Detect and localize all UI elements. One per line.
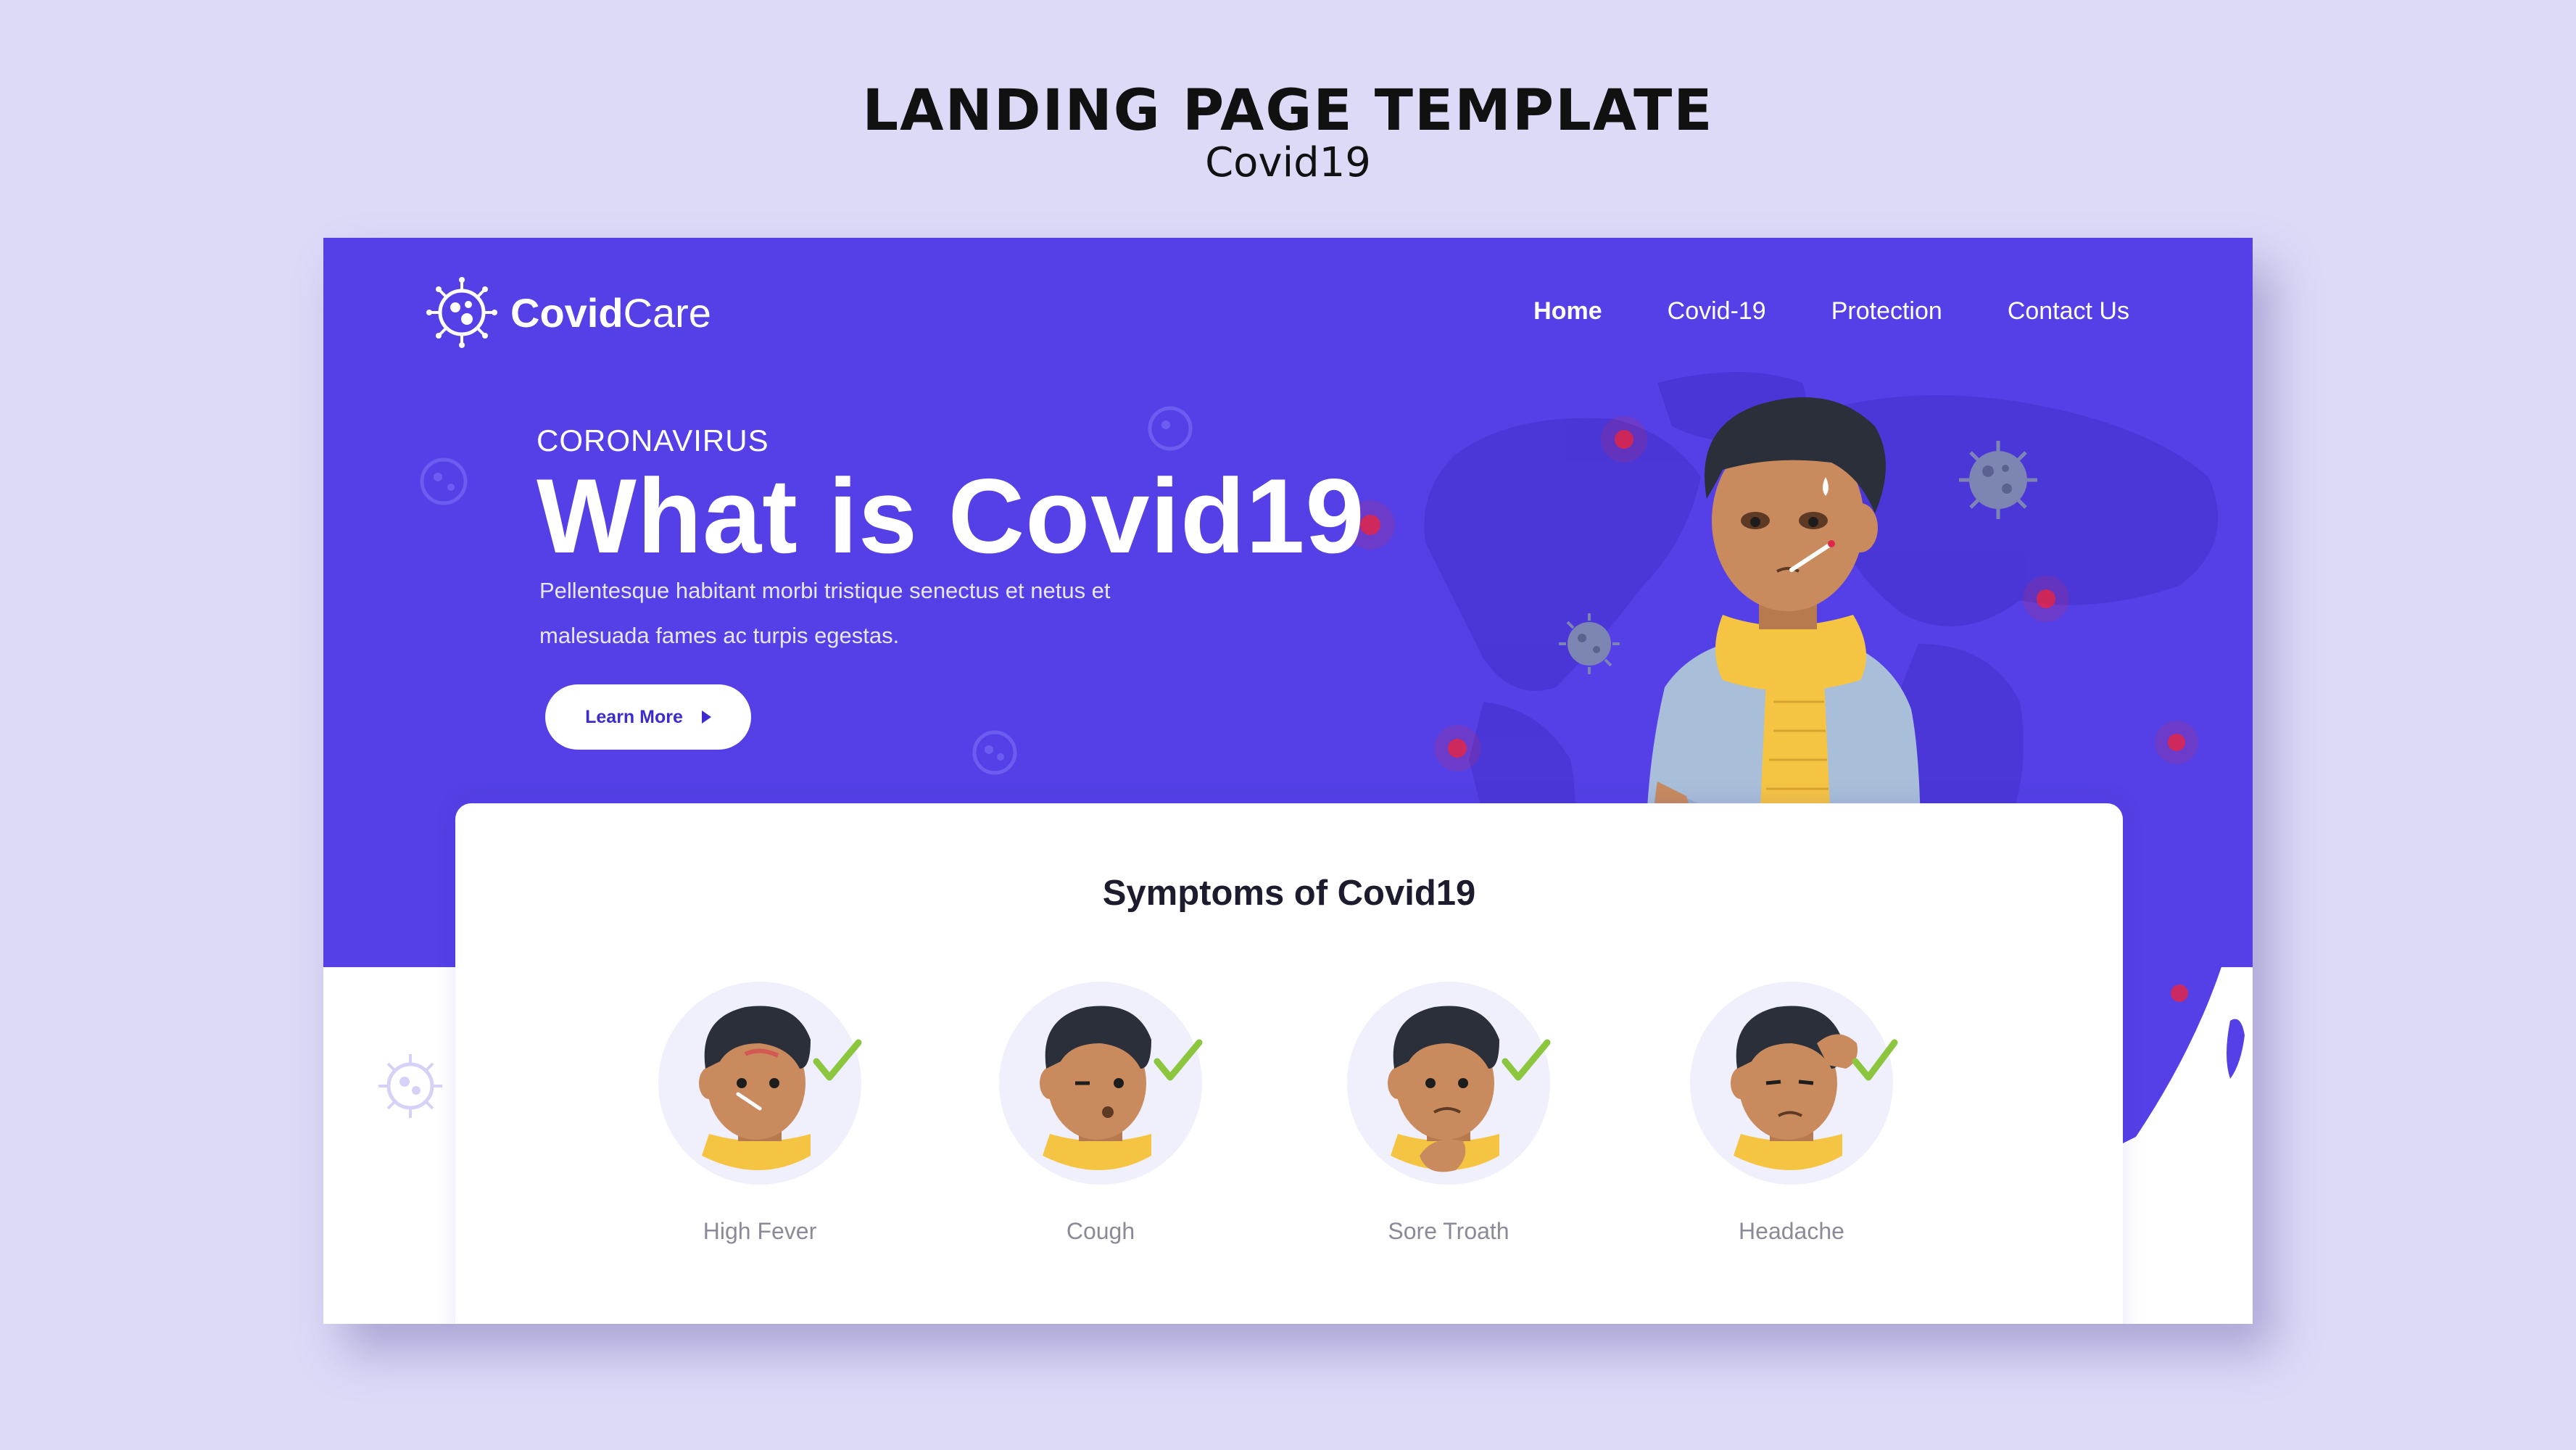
symptom-high-fever: High Fever — [637, 974, 883, 1245]
symptom-label: Sore Troath — [1388, 1218, 1509, 1244]
brand-name: CovidCare — [510, 289, 711, 336]
play-arrow-icon — [701, 710, 711, 724]
symptom-sore-throat: Sore Troath — [1325, 974, 1572, 1245]
hero-headline: What is Covid19 — [537, 457, 1365, 575]
main-navigation: Home Covid-19 Protection Contact Us — [1533, 297, 2129, 326]
map-fragment — [2121, 963, 2245, 1144]
sore-throat-face-icon — [1347, 982, 1551, 1185]
hero-lead-line-1: Pellentesque habitant morbi tristique se… — [539, 578, 1111, 603]
brand-name-bold: Covid — [510, 289, 624, 336]
nav-covid-19[interactable]: Covid-19 — [1668, 297, 1766, 326]
landing-page-mockup: CovidCare Home Covid-19 Protection Conta… — [323, 238, 2253, 1324]
headache-face-icon — [1690, 982, 1898, 1185]
symptom-label: High Fever — [703, 1218, 817, 1244]
nav-protection[interactable]: Protection — [1831, 297, 1942, 326]
brand-name-light: Care — [623, 289, 711, 336]
presentation-title: LANDING PAGE TEMPLATE — [862, 78, 1714, 144]
symptom-headache: Headache — [1668, 974, 1915, 1245]
fever-face-icon — [658, 982, 862, 1185]
hero-lead-line-2: malesuada fames ac turpis egestas. — [539, 623, 900, 648]
hero-lead: Pellentesque habitant morbi tristique se… — [539, 568, 1192, 658]
cough-face-icon — [999, 982, 1203, 1185]
brand-logo[interactable]: CovidCare — [422, 273, 711, 352]
symptoms-card: Symptoms of Covid19 High Fever Cough Sor… — [455, 803, 2123, 1324]
nav-home[interactable]: Home — [1533, 297, 1602, 326]
learn-more-button[interactable]: Learn More — [545, 684, 751, 750]
hero-eyebrow: CORONAVIRUS — [537, 423, 769, 457]
symptoms-title: Symptoms of Covid19 — [1102, 874, 1476, 913]
nav-contact-us[interactable]: Contact Us — [2008, 297, 2129, 326]
symptom-cough: Cough — [977, 974, 1224, 1245]
symptom-label: Headache — [1739, 1218, 1844, 1244]
symptom-label: Cough — [1066, 1218, 1135, 1244]
virus-icon — [426, 277, 497, 348]
presentation-subtitle: Covid19 — [1205, 139, 1371, 186]
virus-decoration-icon — [378, 1054, 442, 1118]
learn-more-label: Learn More — [585, 706, 683, 727]
